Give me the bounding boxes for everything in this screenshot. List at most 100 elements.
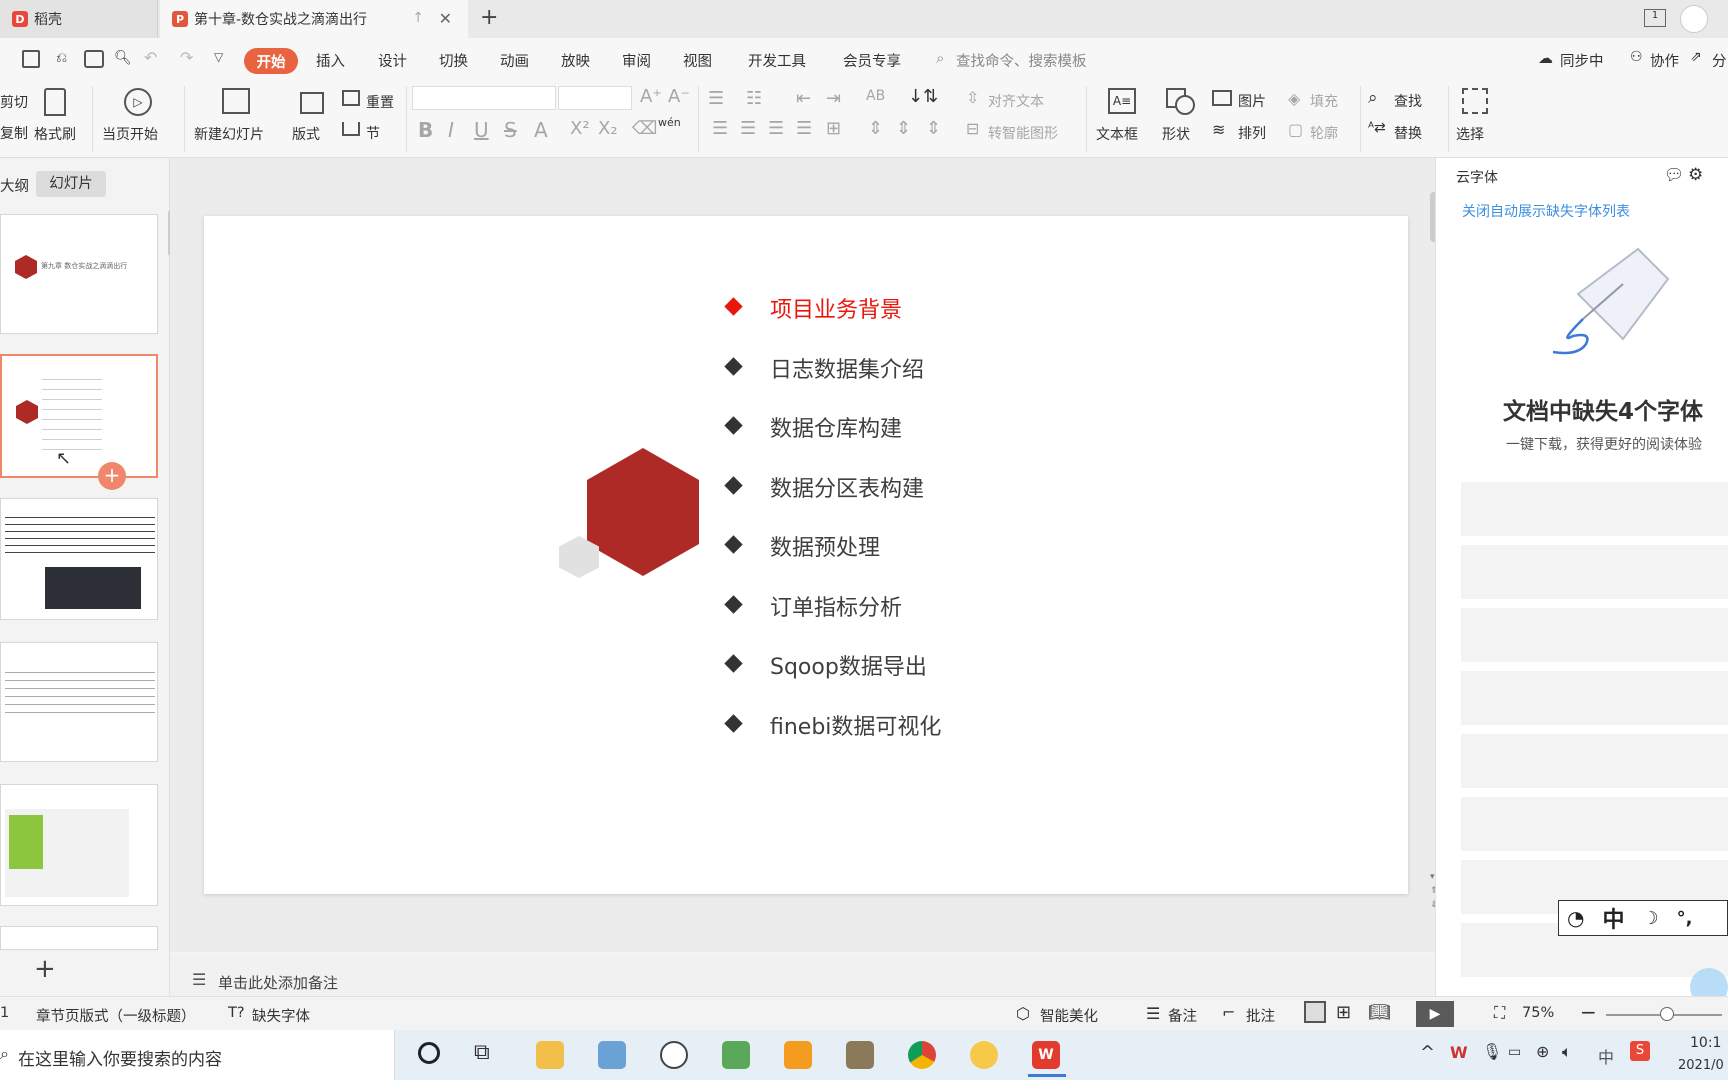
paragraph-spacing-icon[interactable]: ⇕ [896, 118, 911, 139]
line-spacing-icon[interactable]: ⇕ [868, 118, 883, 139]
superscript-icon[interactable]: X² [570, 118, 590, 139]
align-left-icon[interactable]: ☰ [712, 118, 728, 139]
archive-app-icon[interactable] [846, 1041, 874, 1069]
smart-graphic-button[interactable]: 转智能图形 [988, 123, 1058, 143]
taskbar-search-box[interactable]: ⌕ 在这里输入你要搜索的内容 [0, 1030, 395, 1080]
fit-window-icon[interactable]: ⛶ [1494, 1003, 1505, 1023]
section-button[interactable]: 节 [366, 123, 380, 143]
cloud-fonts-dropdown[interactable]: 云字体 [1456, 167, 1498, 187]
new-tab-button[interactable]: + [480, 5, 498, 30]
wps-tray-icon[interactable]: W [1450, 1043, 1468, 1062]
reset-button[interactable]: 重置 [366, 92, 394, 112]
sogou-icon[interactable]: S [1630, 1041, 1650, 1061]
close-icon[interactable]: ✕ [439, 9, 452, 28]
reading-view-icon[interactable]: 📖︎ [1368, 1002, 1391, 1023]
select-button[interactable]: 选择 [1456, 124, 1484, 144]
grid-view-icon[interactable]: ⊞ [1336, 1002, 1351, 1023]
window-count-icon[interactable]: 1 [1644, 9, 1666, 27]
zoom-level[interactable]: 75% [1522, 1005, 1554, 1021]
picture-button[interactable]: 图片 [1238, 91, 1266, 111]
show-hidden-icons-icon[interactable]: ^ [1420, 1042, 1435, 1063]
pin-icon[interactable]: ↑ [412, 10, 424, 26]
collab-button[interactable]: 协作 [1650, 50, 1679, 71]
avatar[interactable] [1680, 5, 1708, 33]
menu-design[interactable]: 设计 [378, 50, 407, 71]
comment-button[interactable]: 批注 [1224, 1005, 1275, 1026]
wps-icon[interactable]: W [1032, 1041, 1060, 1069]
italic-icon[interactable]: I [448, 118, 454, 142]
image-editor-icon[interactable] [722, 1041, 750, 1069]
paint-icon[interactable] [598, 1041, 626, 1069]
phonetic-icon[interactable]: wén [658, 116, 681, 129]
quick-access-dropdown-icon[interactable]: ▽ [214, 50, 223, 64]
slide-thumbnail-5[interactable] [0, 784, 158, 906]
font-color-icon[interactable]: A [534, 118, 548, 142]
menu-view[interactable]: 视图 [683, 50, 712, 71]
battery-icon[interactable]: ▭ [1508, 1044, 1521, 1060]
smart-beautify-button[interactable]: 智能美化 [1040, 1005, 1098, 1026]
copy-button[interactable]: 复制 [0, 123, 28, 143]
menu-review[interactable]: 审阅 [622, 50, 651, 71]
justify-icon[interactable]: ☰ [796, 118, 812, 139]
task-view-icon[interactable]: ⧉ [474, 1040, 490, 1065]
tab-slides[interactable]: 幻灯片 [36, 171, 106, 197]
chat-app-icon[interactable] [970, 1041, 998, 1069]
clock-app-icon[interactable] [660, 1041, 688, 1069]
tab-document[interactable]: P 第十章-数仓实战之滴滴出行 ↑ ✕ [160, 0, 468, 38]
slide-thumbnail-4[interactable] [0, 642, 158, 762]
fill-button[interactable]: 填充 [1310, 91, 1338, 111]
distribute-icon[interactable]: ⊞ [826, 118, 841, 139]
outline-button[interactable]: 轮廓 [1310, 123, 1338, 143]
notes-toggle-button[interactable]: 备注 [1168, 1005, 1197, 1026]
notes-placeholder[interactable]: 单击此处添加备注 [218, 972, 338, 993]
volume-icon[interactable]: 🔈︎ [1562, 1042, 1572, 1062]
slide-thumbnail-6[interactable] [0, 926, 158, 950]
decrease-font-icon[interactable]: A⁻ [668, 86, 690, 107]
close-auto-show-link[interactable]: 关闭自动展示缺失字体列表 [1462, 201, 1630, 221]
missing-font-button[interactable]: 缺失字体 [252, 1005, 310, 1026]
save-icon[interactable] [22, 50, 40, 68]
arrange-button[interactable]: 排列 [1238, 123, 1266, 143]
add-slide-plus-icon[interactable]: + [98, 462, 126, 490]
increase-font-icon[interactable]: A⁺ [640, 86, 662, 107]
strikethrough-icon[interactable]: S [504, 118, 517, 142]
new-slide-button[interactable]: 新建幻灯片 [194, 124, 264, 144]
sync-status[interactable]: 同步中 [1560, 50, 1604, 71]
zoom-slider-thumb[interactable] [1660, 1007, 1674, 1021]
menu-slideshow[interactable]: 放映 [561, 50, 590, 71]
menu-devtools[interactable]: 开发工具 [748, 50, 806, 71]
virtualbox-icon[interactable] [784, 1041, 812, 1069]
zoom-out-icon[interactable]: − [1580, 1000, 1597, 1024]
tab-outline[interactable]: 大纲 [0, 175, 29, 196]
slideshow-play-icon[interactable]: ▶ [1416, 1001, 1454, 1027]
underline-icon[interactable]: U [474, 118, 489, 142]
clock-time[interactable]: 10:1 [1690, 1035, 1721, 1051]
taskbar-search-input[interactable]: 在这里输入你要搜索的内容 [18, 1045, 222, 1070]
menu-insert[interactable]: 插入 [316, 50, 345, 71]
sort-icon[interactable]: ↓⇅ [908, 86, 938, 107]
align-right-icon[interactable]: ☰ [768, 118, 784, 139]
menu-transition[interactable]: 切换 [439, 50, 468, 71]
add-slide-icon[interactable]: + [34, 954, 56, 984]
menu-start[interactable]: 开始 [244, 48, 298, 74]
print-icon[interactable] [84, 50, 104, 68]
command-search-input[interactable]: 查找命令、搜索模板 [956, 50, 1087, 71]
font-size-select[interactable] [558, 86, 632, 110]
gear-icon[interactable]: ⚙ [1688, 165, 1703, 185]
text-direction-icon[interactable]: AB [866, 88, 885, 104]
print-preview-icon[interactable]: 🔍︎ [114, 50, 132, 68]
slide-thumbnail-2-selected[interactable] [0, 354, 158, 478]
font-name-select[interactable] [412, 86, 556, 110]
outdent-icon[interactable]: ⇤ [796, 88, 811, 109]
bold-icon[interactable]: B [418, 118, 433, 142]
feedback-icon[interactable]: 💬︎ [1664, 165, 1684, 184]
format-painter-button[interactable]: 格式刷 [34, 124, 76, 144]
replace-button[interactable]: 替换 [1394, 123, 1422, 143]
undo-icon[interactable]: ↶ [144, 48, 157, 67]
textbox-button[interactable]: 文本框 [1096, 124, 1138, 144]
network-icon[interactable]: ⊕ [1536, 1042, 1549, 1061]
find-button[interactable]: 查找 [1394, 91, 1422, 111]
align-text-button[interactable]: 对齐文本 [988, 91, 1044, 111]
slide-thumbnail-1[interactable]: 第九章 数仓实战之滴滴出行 [0, 214, 158, 334]
undo-history-icon[interactable]: ⎌ [56, 50, 74, 68]
